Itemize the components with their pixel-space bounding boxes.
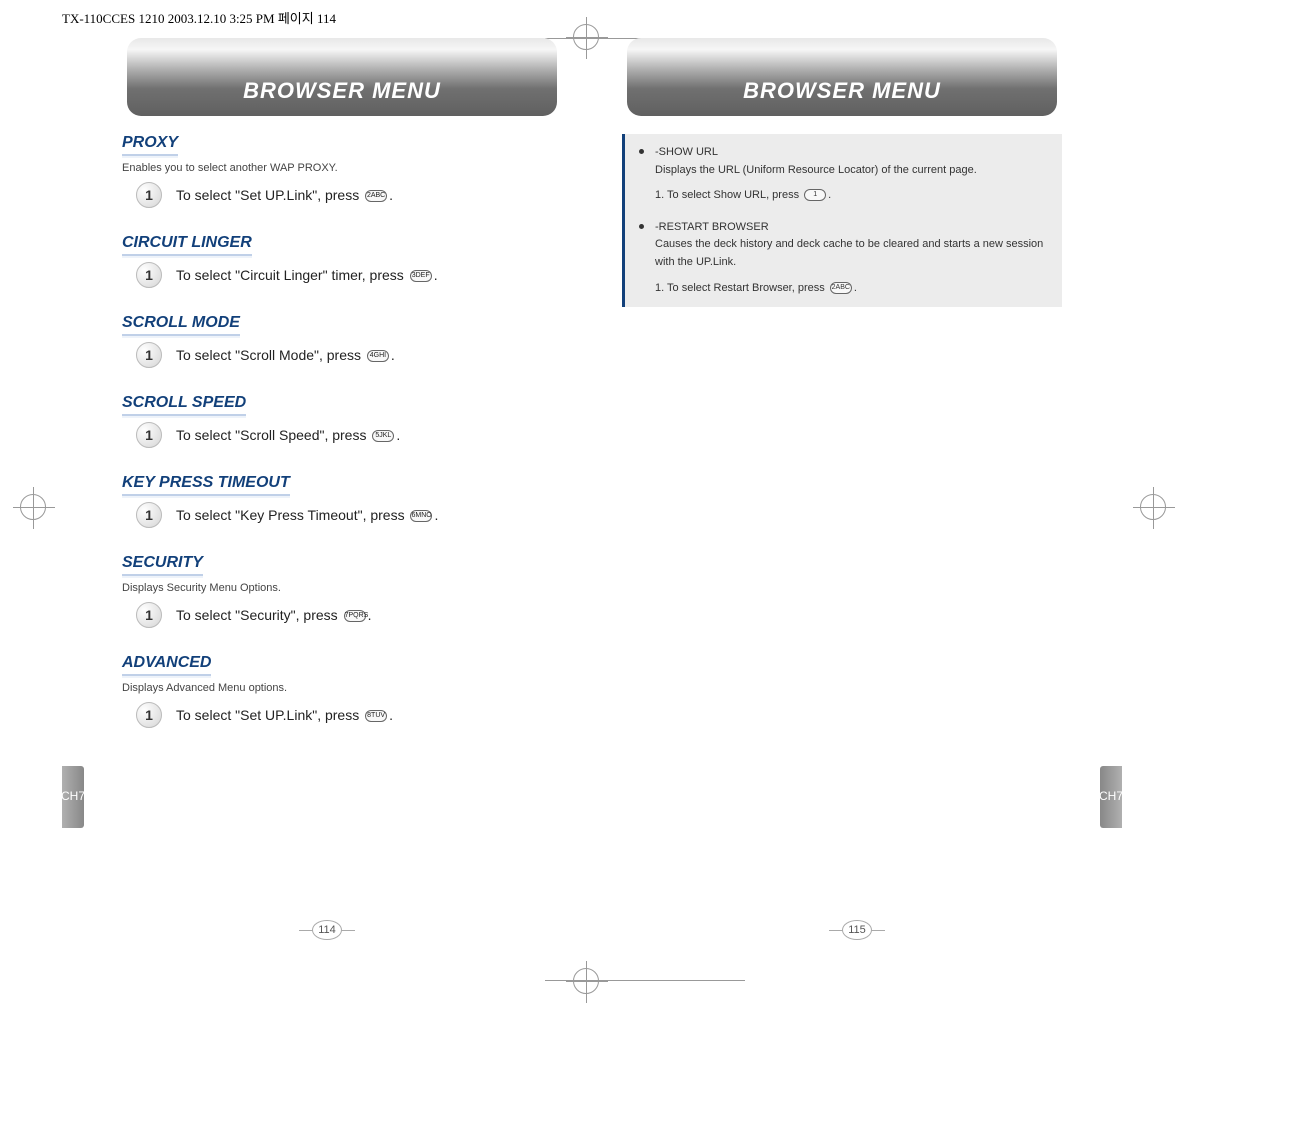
info-title: -RESTART BROWSER bbox=[655, 219, 1048, 237]
section-scroll-speed: SCROLL SPEED 1 To select "Scroll Speed",… bbox=[122, 394, 562, 448]
step-text: To select "Set UP.Link", press 8TUV. bbox=[176, 707, 393, 723]
info-box: -SHOW URL Displays the URL (Uniform Reso… bbox=[622, 134, 1062, 307]
phone-key-icon: 4GHI bbox=[367, 350, 389, 362]
section-desc: Displays Security Menu Options. bbox=[122, 582, 562, 594]
section-advanced: ADVANCED Displays Advanced Menu options.… bbox=[122, 654, 562, 728]
phone-key-icon: 6MNO bbox=[410, 510, 432, 522]
page-number-left: 114 bbox=[312, 920, 342, 940]
step-row: 1 To select "Set UP.Link", press 8TUV. bbox=[136, 702, 562, 728]
step-text: To select "Set UP.Link", press 2ABC. bbox=[176, 187, 393, 203]
info-desc: Displays the URL (Uniform Resource Locat… bbox=[655, 162, 1048, 180]
step-number-bullet: 1 bbox=[136, 602, 162, 628]
step-text: To select "Scroll Speed", press 5JKL. bbox=[176, 427, 400, 443]
info-item-show-url: -SHOW URL Displays the URL (Uniform Reso… bbox=[645, 144, 1048, 205]
step-number-bullet: 1 bbox=[136, 342, 162, 368]
title-bar-left: BROWSER MENU bbox=[127, 38, 557, 116]
section-security: SECURITY Displays Security Menu Options.… bbox=[122, 554, 562, 628]
step-row: 1 To select "Key Press Timeout", press 6… bbox=[136, 502, 562, 528]
page-number-right: 115 bbox=[842, 920, 872, 940]
page-right: BROWSER MENU -SHOW URL Displays the URL … bbox=[592, 38, 1122, 948]
section-heading: PROXY bbox=[122, 134, 178, 156]
section-proxy: PROXY Enables you to select another WAP … bbox=[122, 134, 562, 208]
step-number-bullet: 1 bbox=[136, 182, 162, 208]
step-row: 1 To select "Scroll Mode", press 4GHI. bbox=[136, 342, 562, 368]
info-desc: Causes the deck history and deck cache t… bbox=[655, 236, 1048, 271]
chapter-tab-left: CH7 bbox=[62, 766, 84, 828]
section-key-press-timeout: KEY PRESS TIMEOUT 1 To select "Key Press… bbox=[122, 474, 562, 528]
title-bar-right: BROWSER MENU bbox=[627, 38, 1057, 116]
registration-mark-icon bbox=[573, 968, 599, 994]
phone-key-icon: 2ABC bbox=[365, 190, 387, 202]
phone-key-icon: 8TUV bbox=[365, 710, 387, 722]
section-heading: SCROLL SPEED bbox=[122, 394, 246, 416]
phone-key-icon: 1 bbox=[804, 189, 826, 201]
info-step: 1. To select Restart Browser, press 2ABC… bbox=[655, 280, 1048, 298]
step-text: To select "Scroll Mode", press 4GHI. bbox=[176, 347, 395, 363]
info-title: -SHOW URL bbox=[655, 144, 1048, 162]
step-row: 1 To select "Circuit Linger" timer, pres… bbox=[136, 262, 562, 288]
step-number-bullet: 1 bbox=[136, 502, 162, 528]
info-step: 1. To select Show URL, press 1. bbox=[655, 187, 1048, 205]
section-desc: Displays Advanced Menu options. bbox=[122, 682, 562, 694]
phone-key-icon: 3DEF bbox=[410, 270, 432, 282]
registration-mark-icon bbox=[20, 494, 46, 520]
step-text: To select "Security", press 7PQRS. bbox=[176, 607, 371, 623]
step-number-bullet: 1 bbox=[136, 262, 162, 288]
step-row: 1 To select "Set UP.Link", press 2ABC. bbox=[136, 182, 562, 208]
section-circuit-linger: CIRCUIT LINGER 1 To select "Circuit Ling… bbox=[122, 234, 562, 288]
section-heading: KEY PRESS TIMEOUT bbox=[122, 474, 290, 496]
print-header: TX-110CCES 1210 2003.12.10 3:25 PM 페이지 1… bbox=[62, 8, 336, 27]
section-scroll-mode: SCROLL MODE 1 To select "Scroll Mode", p… bbox=[122, 314, 562, 368]
phone-key-icon: 2ABC bbox=[830, 282, 852, 294]
section-heading: ADVANCED bbox=[122, 654, 211, 676]
step-number-bullet: 1 bbox=[136, 422, 162, 448]
step-number-bullet: 1 bbox=[136, 702, 162, 728]
registration-mark-icon bbox=[1140, 494, 1166, 520]
page-title: BROWSER MENU bbox=[743, 78, 941, 104]
info-item-restart-browser: -RESTART BROWSER Causes the deck history… bbox=[645, 219, 1048, 297]
section-heading: CIRCUIT LINGER bbox=[122, 234, 252, 256]
step-row: 1 To select "Scroll Speed", press 5JKL. bbox=[136, 422, 562, 448]
page-left: BROWSER MENU PROXY Enables you to select… bbox=[62, 38, 592, 948]
phone-key-icon: 5JKL bbox=[372, 430, 394, 442]
section-heading: SECURITY bbox=[122, 554, 203, 576]
section-heading: SCROLL MODE bbox=[122, 314, 240, 336]
step-row: 1 To select "Security", press 7PQRS. bbox=[136, 602, 562, 628]
page-title: BROWSER MENU bbox=[243, 78, 441, 104]
page-spread: BROWSER MENU PROXY Enables you to select… bbox=[62, 38, 1122, 948]
chapter-tab-right: CH7 bbox=[1100, 766, 1122, 828]
step-text: To select "Circuit Linger" timer, press … bbox=[176, 267, 438, 283]
section-desc: Enables you to select another WAP PROXY. bbox=[122, 162, 562, 174]
step-text: To select "Key Press Timeout", press 6MN… bbox=[176, 507, 438, 523]
phone-key-icon: 7PQRS bbox=[344, 610, 366, 622]
